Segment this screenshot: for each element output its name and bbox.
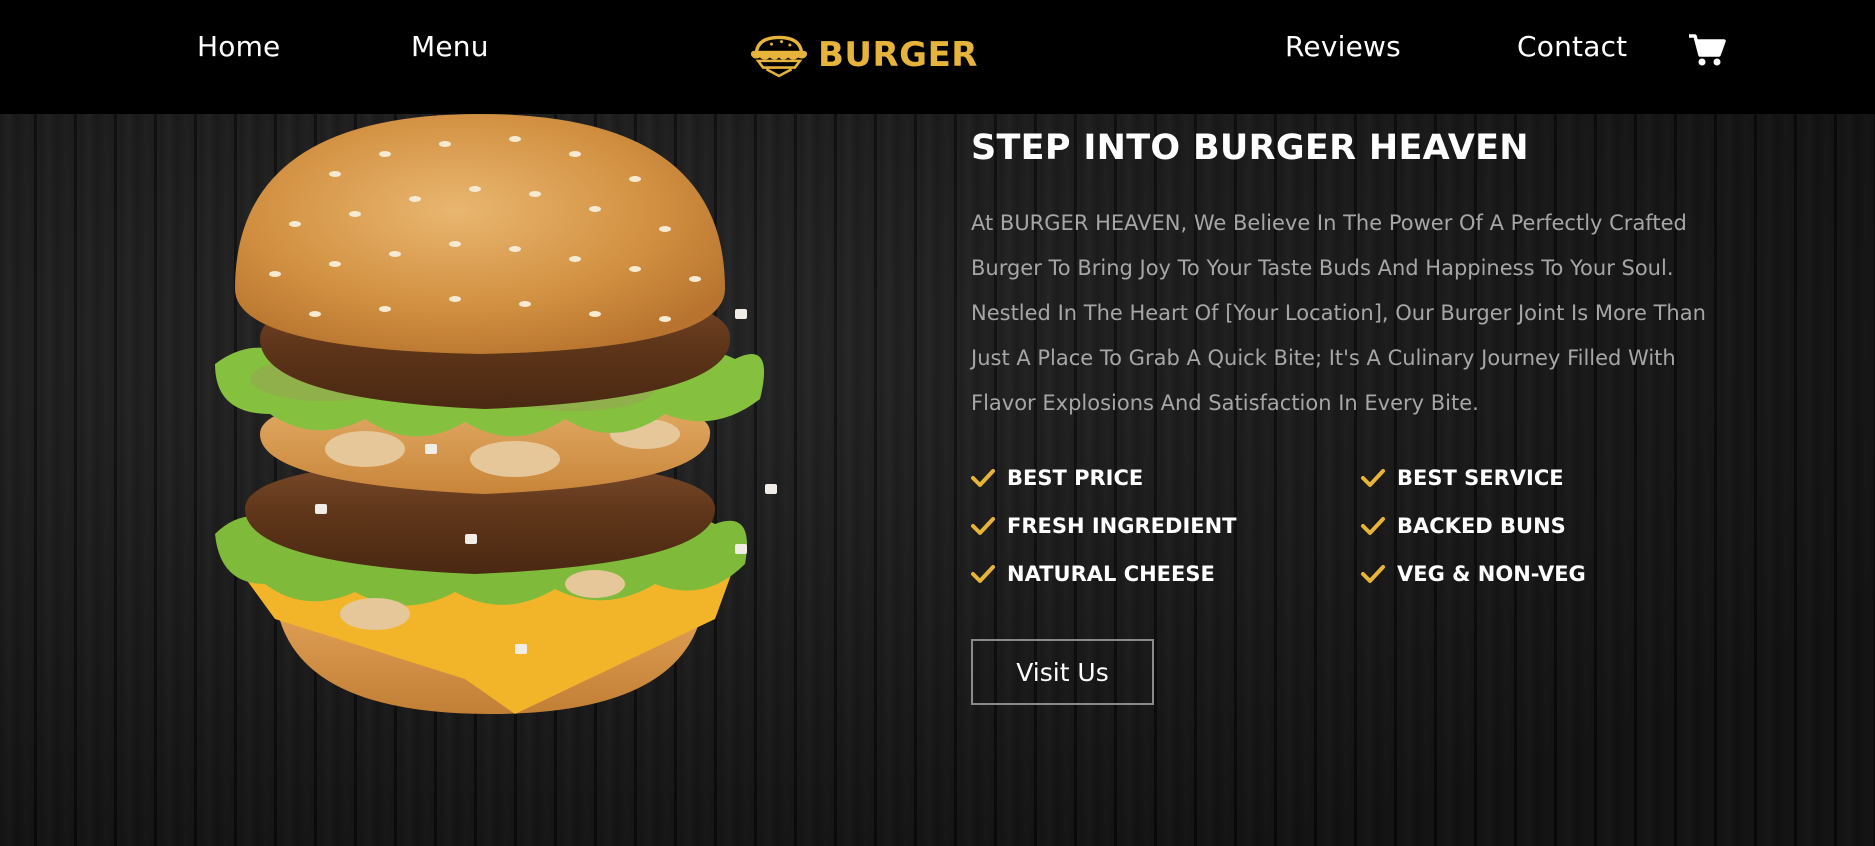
feature-label: BEST PRICE: [1007, 466, 1144, 490]
feature-item: NATURAL CHEESE: [971, 558, 1361, 590]
feature-item: BEST SERVICE: [1361, 462, 1711, 494]
burger-image: [215, 114, 777, 714]
feature-item: VEG & NON-VEG: [1361, 558, 1711, 590]
feature-label: FRESH INGREDIENT: [1007, 514, 1237, 538]
feature-label: NATURAL CHEESE: [1007, 562, 1215, 586]
nav-menu-link[interactable]: Menu: [411, 30, 489, 63]
check-icon: [971, 517, 995, 535]
nav-reviews-link[interactable]: Reviews: [1285, 30, 1401, 63]
nav-home-link[interactable]: Home: [197, 30, 281, 63]
brand-logo[interactable]: BURGER: [748, 28, 978, 82]
top-navbar: Home Menu BURGER Reviews Contact: [0, 0, 1875, 114]
burger-logo-icon: [750, 35, 808, 78]
feature-item: FRESH INGREDIENT: [971, 510, 1361, 542]
cart-icon[interactable]: [1688, 33, 1726, 67]
logo-text: BURGER: [817, 35, 978, 75]
feature-label: VEG & NON-VEG: [1397, 562, 1586, 586]
hero-paragraph: At BURGER HEAVEN, We Believe In The Powe…: [971, 211, 1706, 415]
nav-contact-link[interactable]: Contact: [1517, 30, 1627, 63]
feature-label: BEST SERVICE: [1397, 466, 1564, 490]
feature-item: BACKED BUNS: [1361, 510, 1711, 542]
check-icon: [971, 565, 995, 583]
hero-content: STEP INTO BURGER HEAVEN At BURGER HEAVEN…: [971, 125, 1711, 705]
check-icon: [1361, 517, 1385, 535]
check-icon: [971, 469, 995, 487]
hero-heading: STEP INTO BURGER HEAVEN: [971, 128, 1529, 168]
check-icon: [1361, 469, 1385, 487]
feature-label: BACKED BUNS: [1397, 514, 1566, 538]
visit-us-button[interactable]: Visit Us: [971, 639, 1154, 705]
feature-item: BEST PRICE: [971, 462, 1361, 494]
feature-list: BEST PRICE BEST SERVICE FRESH INGREDIENT…: [971, 462, 1711, 590]
check-icon: [1361, 565, 1385, 583]
